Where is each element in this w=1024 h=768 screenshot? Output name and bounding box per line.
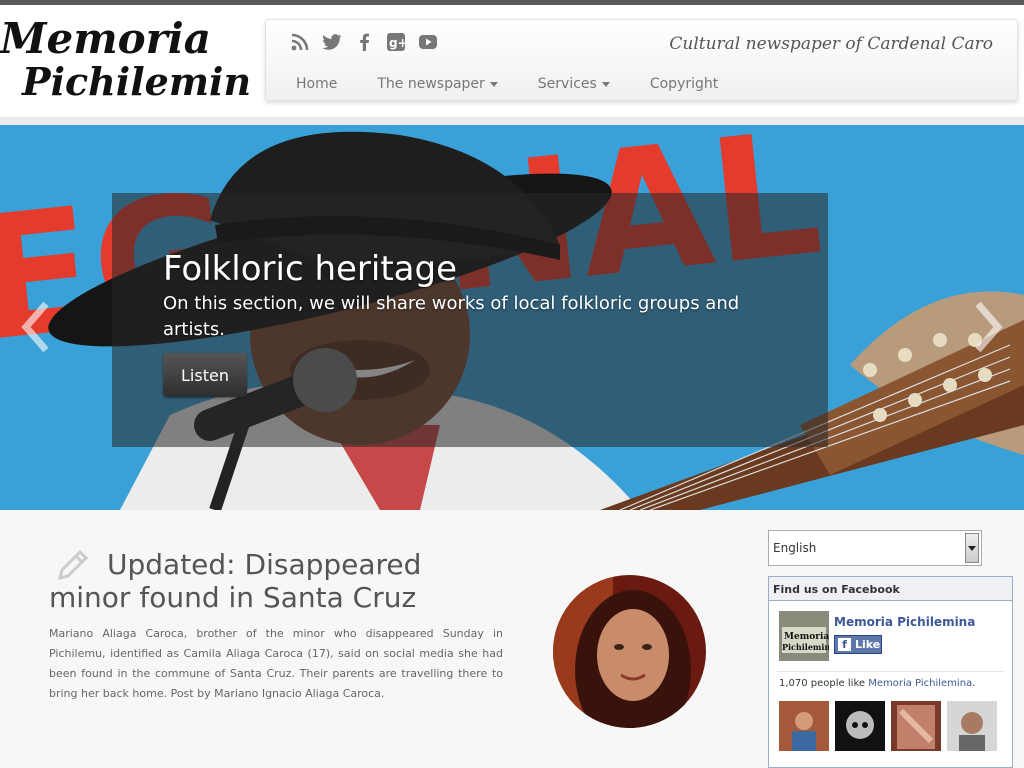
svg-text:g+: g+	[389, 36, 405, 50]
chevron-right-icon	[975, 301, 1003, 353]
language-select[interactable]: English	[768, 530, 982, 566]
listen-button[interactable]: Listen	[163, 353, 247, 397]
youtube-icon[interactable]	[418, 32, 438, 52]
rss-icon[interactable]	[290, 32, 310, 52]
facebook-f-icon: f	[838, 638, 851, 651]
main-menu: Home The newspaper Services Copyright	[276, 76, 738, 92]
twitter-icon[interactable]	[322, 32, 342, 52]
facebook-widget: Find us on Facebook Memoria Pichilemina …	[768, 576, 1013, 768]
facebook-page-name[interactable]: Memoria Pichilemina	[834, 615, 975, 629]
caret-down-icon	[601, 81, 610, 87]
menu-item-home[interactable]: Home	[276, 76, 357, 92]
google-plus-icon[interactable]: g+	[386, 32, 406, 52]
fan-avatar[interactable]	[835, 701, 885, 751]
menu-item-copyright[interactable]: Copyright	[630, 76, 738, 92]
hero-text: On this section, we will share works of …	[163, 293, 740, 340]
facebook-divider	[777, 671, 1004, 672]
menu-item-services[interactable]: Services	[518, 76, 630, 92]
carousel-next-arrow[interactable]	[972, 300, 1006, 354]
social-links: g+	[290, 32, 438, 52]
logo-line1: Memoria	[0, 14, 211, 63]
facebook-count-link[interactable]: Memoria Pichilemina	[868, 678, 972, 689]
menu-label-services: Services	[537, 76, 597, 92]
article-thumbnail[interactable]	[553, 575, 706, 728]
fan-avatar[interactable]	[891, 701, 941, 751]
facebook-like-count: 1,070 people like Memoria Pichilemina.	[779, 678, 975, 689]
fan-avatar[interactable]	[779, 701, 829, 751]
site-header: Memoria Pichilemina g+ Cultural newspape…	[0, 5, 1024, 117]
facebook-like-label: Like	[855, 638, 881, 651]
fan-avatar[interactable]	[947, 701, 997, 751]
facebook-icon[interactable]	[354, 32, 374, 52]
menu-item-newspaper[interactable]: The newspaper	[357, 76, 517, 92]
facebook-count-suffix: .	[972, 678, 976, 689]
carousel-prev-arrow[interactable]	[18, 300, 52, 354]
menu-label-copyright: Copyright	[649, 76, 719, 92]
facebook-fans	[779, 701, 1009, 751]
article-title[interactable]: Updated: Disappeared minor found in Sant…	[49, 548, 509, 614]
facebook-page-thumbnail[interactable]: Memoria Pichilemina	[779, 611, 835, 661]
nav-box: g+ Cultural newspaper of Cardenal Caro H…	[265, 19, 1018, 101]
menu-label-newspaper: The newspaper	[377, 76, 485, 92]
site-tagline: Cultural newspaper of Cardenal Caro	[669, 34, 993, 54]
hero-caption: Folkloric heritage On this section, we w…	[112, 193, 828, 447]
logo-line2: Pichilemina	[21, 59, 252, 104]
caret-down-icon	[489, 81, 498, 87]
svg-text:Pichilemina: Pichilemina	[782, 642, 829, 652]
article-body: Mariano Aliaga Caroca, brother of the mi…	[49, 627, 503, 700]
facebook-widget-header: Find us on Facebook	[769, 577, 1012, 601]
facebook-count-prefix: 1,070 people like	[779, 678, 869, 689]
chevron-left-icon	[21, 301, 49, 353]
facebook-like-button[interactable]: f Like	[834, 635, 882, 654]
dropdown-arrow-icon[interactable]	[965, 533, 979, 563]
header-divider	[0, 117, 1024, 125]
hero-carousel: EGIONAL Fol	[0, 125, 1024, 510]
site-logo[interactable]: Memoria Pichilemina	[0, 13, 252, 109]
svg-text:Memoria: Memoria	[784, 632, 829, 642]
hero-title: Folkloric heritage	[163, 249, 458, 289]
language-value: English	[773, 541, 817, 555]
menu-label-home: Home	[296, 76, 338, 92]
